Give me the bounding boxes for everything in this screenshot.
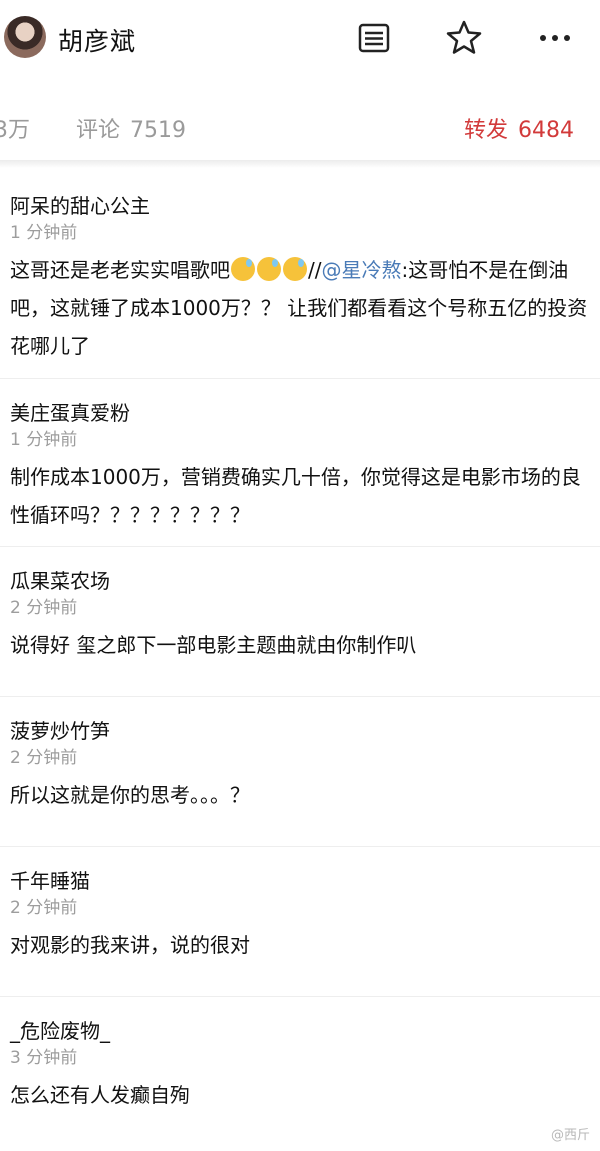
- comment-username[interactable]: 阿呆的甜心公主: [10, 172, 590, 220]
- list-item[interactable]: 美庄蛋真爱粉 1 分钟前 制作成本1000万，营销费确实几十倍，你觉得这是电影市…: [0, 379, 600, 547]
- comment-time: 3 分钟前: [10, 1048, 78, 1068]
- sweat-emoji-icon: [283, 257, 307, 281]
- watermark: @西斤: [550, 1128, 590, 1143]
- comment-text: 制作成本1000万，营销费确实几十倍，你觉得这是电影市场的良性循环吗？？？？？？…: [10, 465, 581, 527]
- comments-count: 7519: [130, 118, 187, 143]
- stats-tabs: 3万 评论 7519 转发 6484: [0, 78, 600, 164]
- star-icon[interactable]: [444, 18, 484, 58]
- comment-username[interactable]: _危险废物_: [10, 997, 590, 1045]
- tab-comments[interactable]: 评论 7519: [76, 112, 186, 144]
- more-icon[interactable]: [536, 18, 576, 58]
- comment-username[interactable]: 千年睡猫: [10, 847, 590, 895]
- comment-username[interactable]: 菠萝炒竹笋: [10, 697, 590, 745]
- comment-list: 阿呆的甜心公主 1 分钟前 这哥还是老老实实唱歌吧//@星冷熬:这哥怕不是在倒油…: [0, 172, 600, 1147]
- tab-likes[interactable]: 3万: [0, 112, 30, 144]
- list-item[interactable]: 瓜果菜农场 2 分钟前 说得好 玺之郎下一部电影主题曲就由你制作叭: [0, 547, 600, 697]
- mention-link[interactable]: @星冷熬: [321, 258, 401, 282]
- divider-shadow: [0, 160, 600, 168]
- comment-text: 对观影的我来讲，说的很对: [10, 933, 250, 957]
- author-avatar[interactable]: [4, 16, 46, 58]
- reposts-count: 6484: [518, 118, 575, 143]
- reposts-label: 转发: [464, 118, 509, 143]
- author-name[interactable]: 胡彦斌: [58, 22, 136, 58]
- list-item[interactable]: 千年睡猫 2 分钟前 对观影的我来讲，说的很对: [0, 847, 600, 997]
- tab-reposts[interactable]: 转发 6484: [464, 112, 574, 144]
- comments-label: 评论: [76, 118, 121, 143]
- comment-time: 1 分钟前: [10, 430, 78, 450]
- sweat-emoji-icon: [257, 257, 281, 281]
- comment-time: 2 分钟前: [10, 748, 78, 768]
- list-item[interactable]: 菠萝炒竹笋 2 分钟前 所以这就是你的思考。。。？: [0, 697, 600, 847]
- comment-username[interactable]: 瓜果菜农场: [10, 547, 590, 595]
- comment-text: 怎么还有人发癫自殉: [10, 1083, 190, 1107]
- list-item[interactable]: 阿呆的甜心公主 1 分钟前 这哥还是老老实实唱歌吧//@星冷熬:这哥怕不是在倒油…: [0, 172, 600, 379]
- comment-text: 说得好 玺之郎下一部电影主题曲就由你制作叭: [10, 633, 417, 657]
- comment-text: 这哥还是老老实实唱歌吧//@星冷熬:这哥怕不是在倒油吧，这就锤了成本1000万？…: [10, 257, 588, 358]
- comment-time: 2 分钟前: [10, 898, 78, 918]
- comment-time: 1 分钟前: [10, 223, 78, 243]
- comment-text: 所以这就是你的思考。。。？: [10, 783, 250, 807]
- comment-username[interactable]: 美庄蛋真爱粉: [10, 379, 590, 427]
- list-icon[interactable]: [354, 18, 394, 58]
- comment-time: 2 分钟前: [10, 598, 78, 618]
- likes-count: 3万: [0, 118, 30, 143]
- list-item[interactable]: _危险废物_ 3 分钟前 怎么还有人发癫自殉: [0, 997, 600, 1147]
- sweat-emoji-icon: [231, 257, 255, 281]
- top-bar: 胡彦斌: [0, 0, 600, 78]
